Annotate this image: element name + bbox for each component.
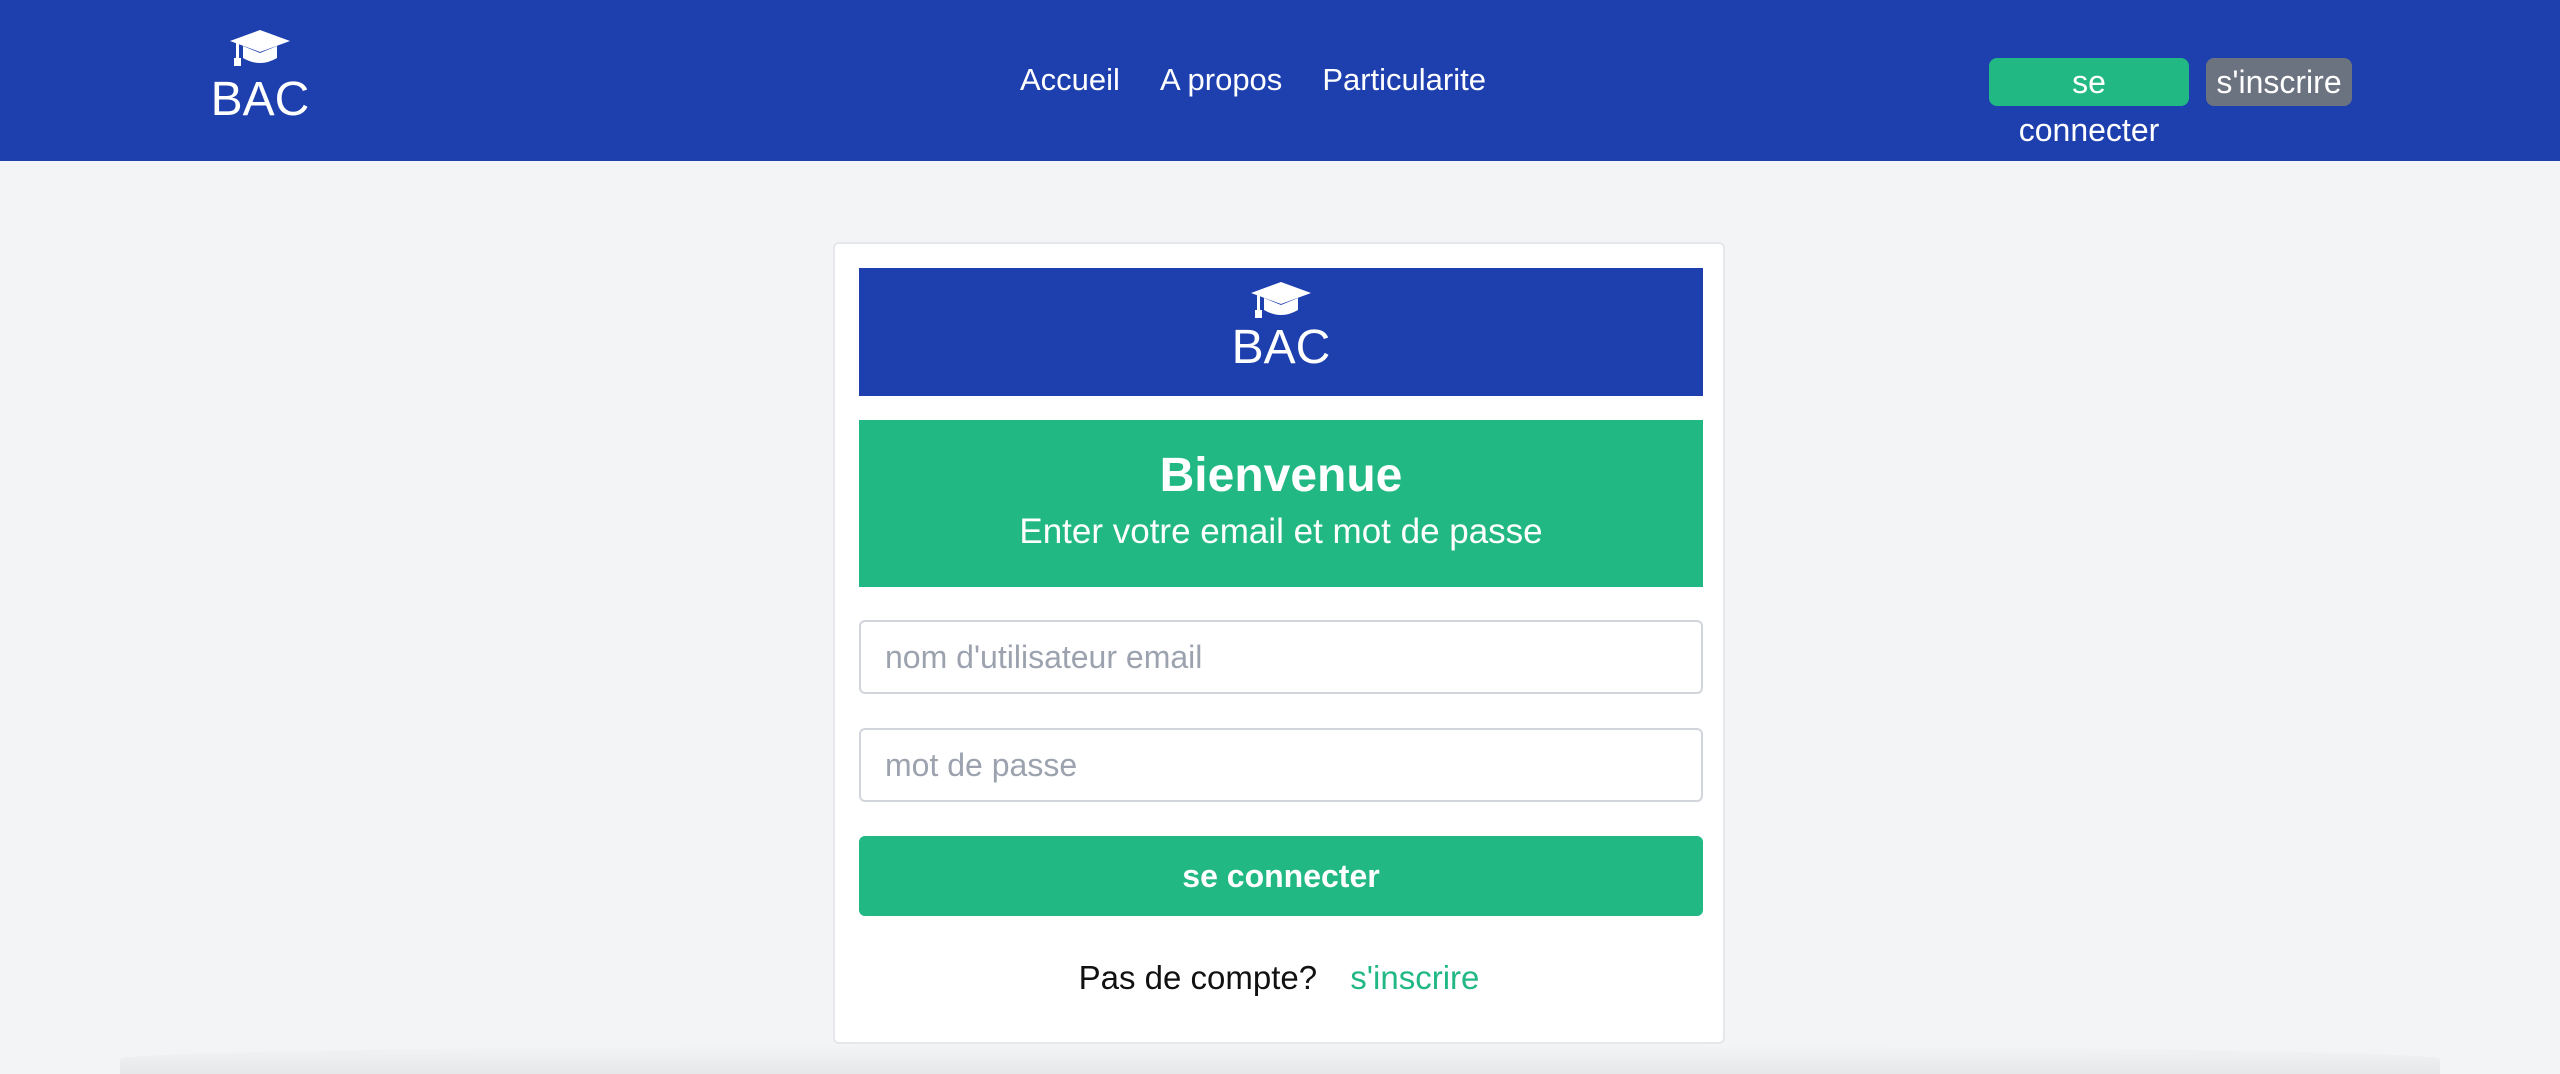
no-account-text: Pas de compte? bbox=[1078, 959, 1318, 996]
graduation-cap-icon bbox=[1251, 282, 1311, 318]
header-login-button[interactable]: se connecter bbox=[1989, 58, 2189, 148]
welcome-subtitle: Enter votre email et mot de passe bbox=[1019, 512, 1543, 551]
top-navbar: BAC Accueil A propos Particularite se co… bbox=[0, 0, 2560, 161]
main-nav: Accueil A propos Particularite bbox=[1020, 60, 1526, 100]
page-bottom-shadow bbox=[120, 1044, 2440, 1074]
email-field[interactable] bbox=[859, 620, 1703, 694]
card-brand-banner: BAC bbox=[859, 268, 1703, 396]
brand-logo[interactable]: BAC bbox=[210, 28, 310, 126]
signup-link[interactable]: s'inscrire bbox=[1350, 959, 1479, 996]
signup-prompt: Pas de compte? s'inscrire bbox=[835, 959, 1723, 997]
login-submit-button[interactable]: se connecter bbox=[859, 836, 1703, 916]
card-brand-name: BAC bbox=[1231, 321, 1331, 374]
header-signup-button[interactable]: s'inscrire bbox=[2206, 58, 2352, 106]
nav-a-propos[interactable]: A propos bbox=[1160, 60, 1282, 100]
password-field[interactable] bbox=[859, 728, 1703, 802]
nav-accueil[interactable]: Accueil bbox=[1020, 60, 1120, 100]
welcome-title: Bienvenue bbox=[1159, 449, 1403, 502]
brand-name: BAC bbox=[210, 73, 310, 126]
nav-particularite[interactable]: Particularite bbox=[1322, 60, 1486, 100]
graduation-cap-icon bbox=[230, 30, 290, 66]
login-card: BAC Bienvenue Enter votre email et mot d… bbox=[833, 242, 1725, 1044]
welcome-banner: Bienvenue Enter votre email et mot de pa… bbox=[859, 420, 1703, 587]
